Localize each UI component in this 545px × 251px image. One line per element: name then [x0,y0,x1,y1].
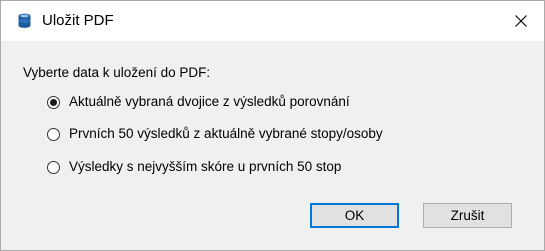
window-title: Uložit PDF [42,12,114,29]
app-icon [18,13,31,28]
option-first-50-results[interactable]: Prvních 50 výsledků z aktuálně vybrané s… [47,125,383,143]
radio-first-50-results[interactable] [47,127,60,141]
close-icon [515,15,527,27]
radio-selected-pair[interactable] [47,95,60,109]
title-bar[interactable]: Uložit PDF [1,1,544,41]
cancel-button[interactable]: Zrušit [423,203,512,228]
prompt-label: Vyberte data k uložení do PDF: [23,65,211,80]
option-top-scores[interactable]: Výsledky s nejvyšším skóre u prvních 50 … [47,158,341,176]
save-pdf-dialog: Uložit PDF Vyberte data k uložení do PDF… [0,0,545,251]
option-label[interactable]: Prvních 50 výsledků z aktuálně vybrané s… [69,126,383,142]
close-button[interactable] [498,1,544,41]
radio-top-scores[interactable] [47,160,60,174]
option-selected-pair[interactable]: Aktuálně vybraná dvojice z výsledků poro… [47,93,350,111]
option-label[interactable]: Aktuálně vybraná dvojice z výsledků poro… [69,94,350,110]
option-label[interactable]: Výsledky s nejvyšším skóre u prvních 50 … [69,159,341,175]
ok-button[interactable]: OK [310,203,399,228]
